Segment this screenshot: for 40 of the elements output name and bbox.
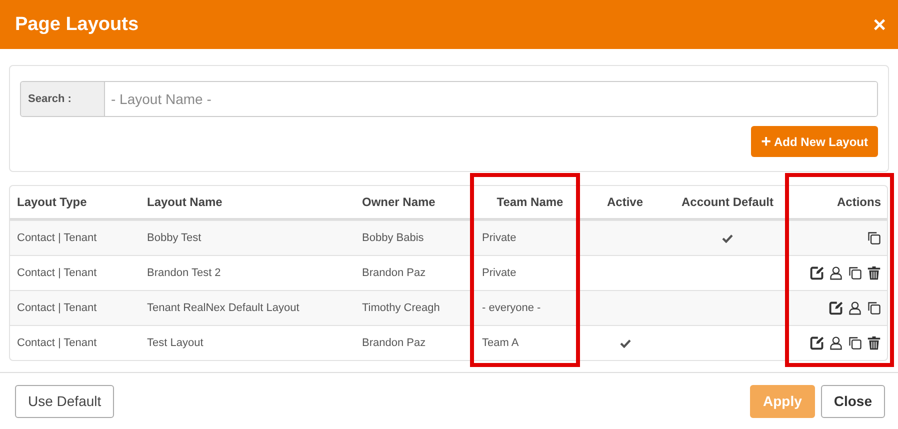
search-field[interactable]: Search : - Layout Name - — [20, 81, 878, 117]
close-button[interactable]: Close — [820, 384, 885, 418]
user-icon[interactable] — [848, 301, 862, 315]
column-header: Actions — [836, 195, 881, 209]
edit-icon[interactable] — [810, 336, 824, 350]
column-header: Layout Type — [17, 195, 87, 209]
user-icon[interactable] — [829, 266, 843, 280]
copy-icon[interactable] — [848, 266, 862, 280]
column-header: Layout Name — [147, 195, 222, 209]
layout-type-cell: Contact | Tenant — [17, 267, 97, 279]
team-name-cell: - everyone - — [482, 302, 541, 314]
team-name-cell: Private — [482, 232, 516, 244]
team-name-cell: Team A — [482, 337, 519, 349]
user-icon[interactable] — [829, 336, 843, 350]
owner-name-cell: Bobby Babis — [362, 232, 424, 244]
column-header: Owner Name — [362, 195, 436, 209]
owner-name-cell: Brandon Paz — [362, 267, 426, 279]
owner-name-cell: Brandon Paz — [362, 337, 426, 349]
owner-name-cell: Timothy Creagh — [362, 302, 440, 314]
copy-icon[interactable] — [867, 301, 881, 315]
layout-name-cell: Brandon Test 2 — [147, 267, 221, 279]
layout-type-cell: Contact | Tenant — [17, 337, 97, 349]
edit-icon[interactable] — [829, 301, 843, 315]
use-default-button[interactable]: Use Default — [15, 384, 114, 418]
trash-icon[interactable] — [867, 266, 881, 280]
copy-icon[interactable] — [848, 336, 862, 350]
column-header: Active — [606, 195, 644, 209]
layout-type-cell: Contact | Tenant — [17, 232, 97, 244]
copy-icon[interactable] — [867, 231, 881, 245]
layout-name-cell: Bobby Test — [147, 232, 202, 244]
layout-name-cell: Tenant RealNex Default Layout — [147, 302, 300, 314]
column-header: Account Default — [681, 195, 774, 209]
trash-icon[interactable] — [867, 336, 881, 350]
column-header: Team Name — [496, 195, 564, 209]
layout-name-cell: Test Layout — [147, 337, 204, 349]
layout-type-cell: Contact | Tenant — [17, 302, 97, 314]
edit-icon[interactable] — [810, 266, 824, 280]
window-title: Page Layouts — [15, 14, 139, 36]
search-label: Search : — [21, 82, 105, 116]
team-name-cell: Private — [482, 267, 516, 279]
